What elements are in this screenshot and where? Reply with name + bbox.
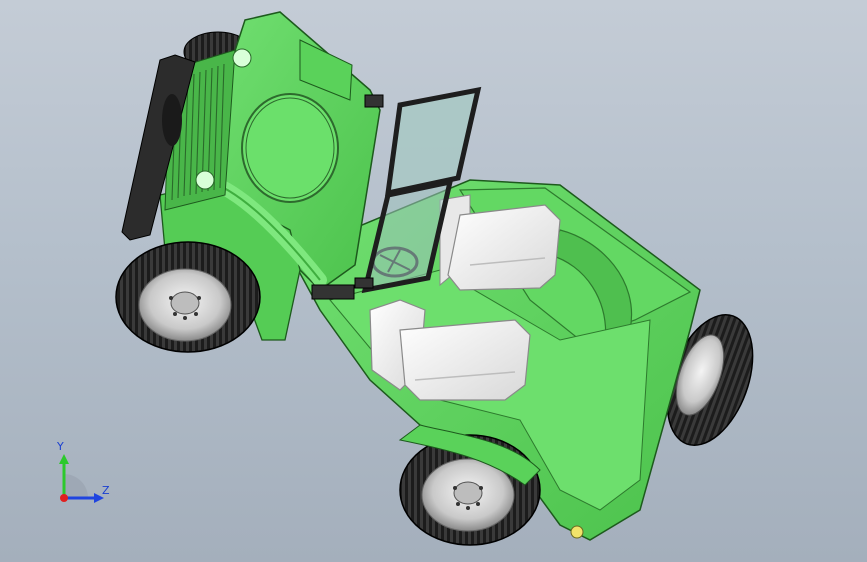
jeep-3d-model[interactable]: [0, 0, 867, 562]
orientation-triad: Y Z: [40, 440, 120, 510]
y-axis-label: Y: [57, 440, 64, 453]
x-axis-dot: [60, 494, 68, 502]
triad-axes: [59, 454, 104, 503]
tail-light: [570, 525, 584, 539]
graphics-viewport[interactable]: Y Z: [0, 0, 867, 562]
z-axis-label: Z: [102, 484, 110, 497]
hood-emblem-circle: [241, 93, 339, 203]
front-left-wheel: [115, 241, 261, 353]
